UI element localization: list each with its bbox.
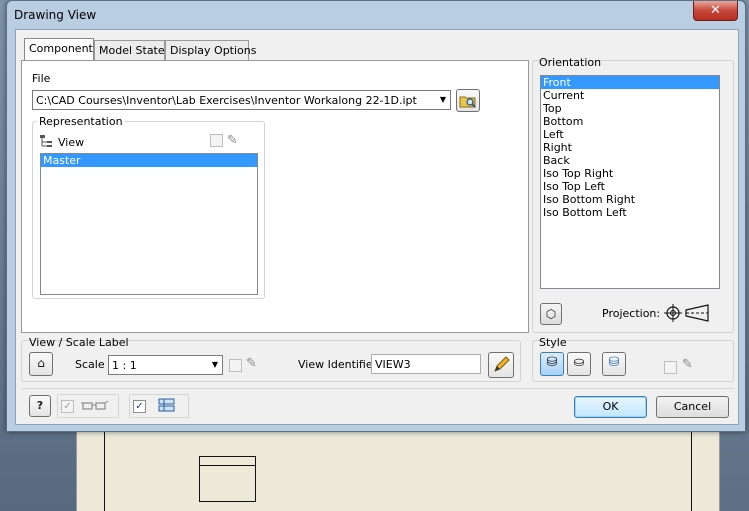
list-item-bottom[interactable]: Bottom [541, 115, 719, 128]
help-icon: ? [36, 399, 44, 412]
title-block-divider [199, 465, 256, 466]
chevron-down-icon: ▼ [439, 95, 447, 104]
view-identifier-label: View Identifier [298, 358, 378, 371]
view-checkbox[interactable] [210, 134, 223, 147]
edit-view-label-text-button[interactable] [488, 352, 514, 378]
cylinder-shaded-icon: ⛁ [608, 355, 620, 370]
drawing-view-dialog: Drawing View ✕ Component Model State Dis… [6, 0, 746, 432]
component-tab-panel: File C:\CAD Courses\Inventor\Lab Exercis… [21, 60, 529, 333]
style-hidden-line-removed-button[interactable]: ⛀ [567, 352, 591, 376]
tab-model-state-label: Model State [99, 44, 165, 57]
style-from-base-checkbox[interactable] [664, 361, 677, 374]
cancel-button[interactable]: Cancel [656, 396, 729, 418]
table-layout-icon [158, 397, 176, 415]
cylinder-outline-icon: ⛀ [573, 355, 585, 370]
dialog-titlebar[interactable]: Drawing View ✕ [7, 1, 745, 29]
edit-view-label-button[interactable]: ⌂ [29, 352, 53, 376]
representation-label: Representation [37, 115, 125, 128]
style-shaded-button[interactable]: ⛁ [602, 352, 626, 376]
projection-toggle[interactable] [664, 302, 714, 324]
glasses-icon [80, 397, 110, 415]
preview-checkbox[interactable]: ✓ [61, 400, 74, 413]
ok-button[interactable]: OK [574, 396, 647, 418]
view-identifier-value: VIEW3 [375, 358, 411, 371]
file-path-value: C:\CAD Courses\Inventor\Lab Exercises\In… [36, 94, 417, 107]
projection-icon [664, 304, 709, 322]
visibility-icon: ✎ [246, 356, 257, 371]
tab-component[interactable]: Component [24, 38, 94, 60]
scale-value: 1 : 1 [112, 359, 137, 372]
view-label: View [58, 136, 85, 149]
close-icon: ✕ [710, 3, 721, 18]
scale-label: Scale [75, 358, 105, 371]
scale-visibility-checkbox[interactable] [229, 359, 242, 372]
list-item-master[interactable]: Master [41, 154, 257, 167]
dialog-client-area: Component Model State Display Options Fi… [15, 29, 739, 425]
style-label: Style [539, 336, 567, 349]
list-item-iso-bottom-right[interactable]: Iso Bottom Right [541, 193, 719, 206]
list-item-right[interactable]: Right [541, 141, 719, 154]
label-bracket-icon: ⌂ [37, 356, 45, 370]
file-label: File [32, 72, 51, 85]
close-button[interactable]: ✕ [693, 1, 738, 21]
list-item-left[interactable]: Left [541, 128, 719, 141]
open-file-button[interactable] [456, 89, 480, 112]
tab-display-options[interactable]: Display Options [165, 40, 257, 60]
orientation-label: Orientation [539, 56, 602, 69]
tab-display-options-label: Display Options [170, 44, 257, 57]
representation-listbox[interactable]: Master [40, 153, 258, 295]
associative-icon: ✎ [227, 133, 238, 148]
help-button[interactable]: ? [29, 395, 51, 417]
orientation-listbox[interactable]: Front Current Top Bottom Left Right Back… [540, 75, 720, 289]
bottom-separator [21, 388, 734, 389]
list-item-iso-bottom-left[interactable]: Iso Bottom Left [541, 206, 719, 219]
list-item-front[interactable]: Front [541, 76, 719, 89]
style-from-base-icon: ✎ [682, 357, 693, 372]
view-identifier-input[interactable]: VIEW3 [371, 354, 481, 374]
change-view-orientation-button[interactable]: ⬡ [540, 303, 562, 325]
scale-combobox[interactable]: 1 : 1 ▼ [108, 355, 223, 375]
folder-search-icon [459, 96, 476, 108]
list-item-current[interactable]: Current [541, 89, 719, 102]
style-hidden-line-button[interactable]: ⛁ [540, 352, 564, 376]
list-item-iso-top-right[interactable]: Iso Top Right [541, 167, 719, 180]
list-item-top[interactable]: Top [541, 102, 719, 115]
cube-icon: ⬡ [545, 307, 557, 321]
recover-checkbox[interactable]: ✓ [133, 400, 146, 413]
tab-model-state[interactable]: Model State [94, 40, 165, 60]
cylinder-hidden-line-icon: ⛁ [546, 355, 558, 370]
view-scale-label: View / Scale Label [29, 336, 129, 349]
projection-label: Projection: [602, 307, 661, 320]
tab-component-label: Component [29, 42, 93, 55]
list-item-back[interactable]: Back [541, 154, 719, 167]
dialog-title: Drawing View [14, 8, 97, 22]
chevron-down-icon: ▼ [211, 360, 219, 369]
title-block-rectangle [199, 456, 256, 502]
list-item-iso-top-left[interactable]: Iso Top Left [541, 180, 719, 193]
view-tree-icon [39, 134, 53, 148]
pencil-icon [494, 356, 510, 372]
file-combobox[interactable]: C:\CAD Courses\Inventor\Lab Exercises\In… [32, 90, 451, 110]
